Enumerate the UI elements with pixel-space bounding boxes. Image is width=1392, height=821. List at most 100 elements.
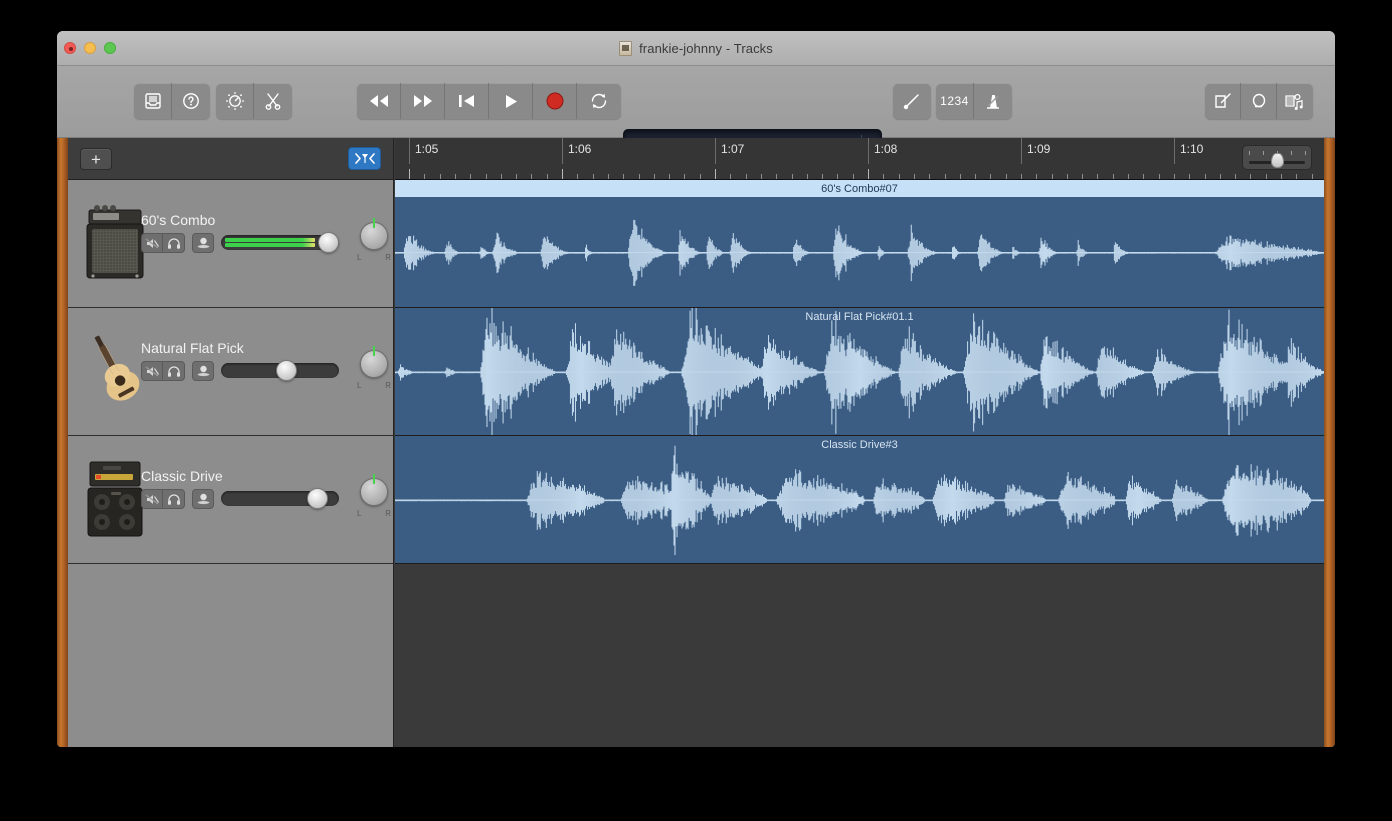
ruler-tick xyxy=(1205,174,1206,179)
toolbar-group-tuner xyxy=(893,83,931,119)
track-volume-slider[interactable] xyxy=(221,360,339,381)
timeline-ruler[interactable]: 1:05 1:06 1:07 1:08 1:09 1:10 xyxy=(395,138,1324,180)
toolbar-group-metronome: 1234 xyxy=(936,83,1012,119)
audio-region[interactable]: 60's Combo#07 xyxy=(395,180,1324,307)
pan-knob[interactable] xyxy=(360,474,388,506)
zoom-tick xyxy=(1263,151,1264,155)
scissors-button[interactable] xyxy=(254,83,292,119)
track-header[interactable]: Natural Flat Pick L R xyxy=(68,308,393,436)
go-to-start-button[interactable] xyxy=(445,83,489,119)
ruler-label: 1:05 xyxy=(409,138,438,164)
toolbar-group-edit xyxy=(216,83,292,119)
pan-knob[interactable] xyxy=(360,346,388,378)
ruler-tick xyxy=(1113,174,1114,179)
ruler-tick xyxy=(623,174,624,179)
pan-right-label: R xyxy=(385,381,391,390)
ruler-tick xyxy=(837,174,838,179)
tuner-button[interactable] xyxy=(893,83,931,119)
ruler-tick xyxy=(501,174,502,179)
loop-browser-button[interactable] xyxy=(1241,83,1277,119)
document-icon xyxy=(619,41,633,56)
ruler-tick xyxy=(455,174,456,179)
ruler-tick xyxy=(1174,174,1175,179)
ruler-tick xyxy=(1159,174,1160,179)
pan-left-label: L xyxy=(357,509,362,518)
track-name: Classic Drive xyxy=(141,468,223,484)
pan-control: L R xyxy=(355,346,393,398)
headphones-icon[interactable] xyxy=(163,234,184,252)
smart-controls-button[interactable] xyxy=(216,83,254,119)
mute-icon[interactable] xyxy=(142,490,163,508)
record-button[interactable] xyxy=(533,83,577,119)
zoom-slider[interactable] xyxy=(1242,145,1312,170)
audio-region[interactable]: Classic Drive#3 xyxy=(395,436,1324,563)
ruler-tick xyxy=(1189,174,1190,179)
pan-knob[interactable] xyxy=(360,218,388,250)
zoom-tick xyxy=(1249,151,1250,155)
record-enable-icon[interactable] xyxy=(192,489,214,509)
track-volume-knob[interactable] xyxy=(276,360,298,381)
ruler-tick xyxy=(700,174,701,179)
audio-region[interactable]: Natural Flat Pick#01.1 xyxy=(395,308,1324,435)
track-lane[interactable]: Classic Drive#3 xyxy=(395,436,1324,564)
track-list-header: + xyxy=(68,138,394,180)
ruler-tick xyxy=(1097,174,1098,179)
zoom-tick xyxy=(1305,151,1306,155)
combo-amp-icon xyxy=(83,202,147,286)
track-volume-slider[interactable] xyxy=(221,232,339,253)
ruler-tick xyxy=(883,174,884,179)
ruler-tick xyxy=(792,174,793,179)
track-volume-knob[interactable] xyxy=(306,488,328,509)
library-button[interactable] xyxy=(134,83,172,119)
ruler-tick xyxy=(547,174,548,179)
ruler-tick xyxy=(899,174,900,179)
track-header[interactable]: Classic Drive L R xyxy=(68,436,393,564)
track-name: 60's Combo xyxy=(141,212,216,228)
empty-arrange-area[interactable] xyxy=(395,564,1324,747)
headphones-icon[interactable] xyxy=(163,362,184,380)
count-in-button[interactable]: 1234 xyxy=(936,83,974,119)
media-browser-button[interactable] xyxy=(1277,83,1313,119)
ruler-tick xyxy=(1143,174,1144,179)
ruler-tick xyxy=(807,174,808,179)
metronome-button[interactable] xyxy=(974,83,1012,119)
fast-forward-button[interactable] xyxy=(401,83,445,119)
title-bar: frankie-johnny - Tracks xyxy=(57,31,1335,66)
ruler-tick xyxy=(945,174,946,179)
ruler-tick xyxy=(1036,174,1037,179)
track-lane[interactable]: Natural Flat Pick#01.1 xyxy=(395,308,1324,436)
ruler-tick xyxy=(1082,174,1083,179)
headphones-icon[interactable] xyxy=(163,490,184,508)
mute-icon[interactable] xyxy=(142,362,163,380)
add-track-button[interactable]: + xyxy=(80,148,112,170)
ruler-label: 1:09 xyxy=(1021,138,1050,164)
help-button[interactable] xyxy=(172,83,210,119)
track-volume-slider[interactable] xyxy=(221,488,339,509)
mute-solo-pair xyxy=(141,489,185,509)
play-button[interactable] xyxy=(489,83,533,119)
ruler-label: 1:07 xyxy=(715,138,744,164)
ruler-label: 1:06 xyxy=(562,138,591,164)
toolbar-group-browsers xyxy=(1205,83,1313,119)
record-enable-icon[interactable] xyxy=(192,361,214,381)
garageband-window: frankie-johnny - Tracks 1234 + 1:05 1:06… xyxy=(57,31,1335,747)
ruler-tick xyxy=(776,174,777,179)
track-lane[interactable]: 60's Combo#07 xyxy=(395,180,1324,308)
mute-icon[interactable] xyxy=(142,234,163,252)
track-header[interactable]: 60's Combo L R xyxy=(68,180,393,308)
ruler-tick xyxy=(470,174,471,179)
notepad-button[interactable] xyxy=(1205,83,1241,119)
ruler-tick xyxy=(960,174,961,179)
pan-labels: L R xyxy=(357,253,391,262)
track-volume-knob[interactable] xyxy=(318,232,339,253)
cycle-button[interactable] xyxy=(577,83,621,119)
region-title-bar[interactable]: 60's Combo#07 xyxy=(395,180,1324,197)
ruler-tick xyxy=(684,174,685,179)
fit-tracks-button[interactable] xyxy=(348,147,381,170)
ruler-tick xyxy=(654,174,655,179)
rewind-button[interactable] xyxy=(357,83,401,119)
ruler-tick xyxy=(577,174,578,179)
record-enable-icon[interactable] xyxy=(192,233,214,253)
editor-inner: + 1:05 1:06 1:07 1:08 1:09 1:10 60's Com… xyxy=(68,138,1324,747)
zoom-slider-knob[interactable] xyxy=(1271,153,1284,168)
